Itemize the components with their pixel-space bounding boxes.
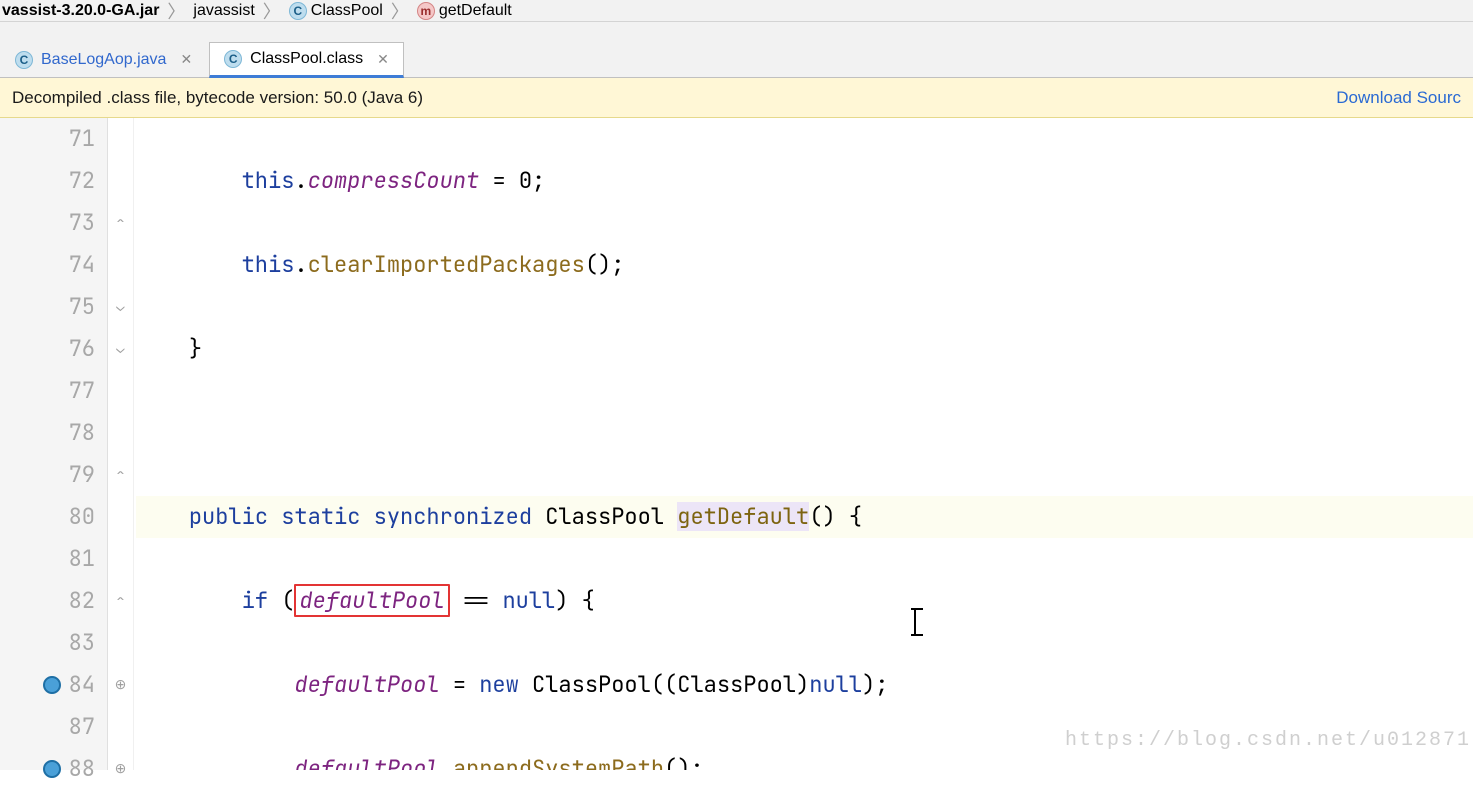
fold-column: ⌃ ⌄ ⌄ ⌃ ⌃ ⊕ ⊕ bbox=[108, 118, 134, 770]
banner-text: Decompiled .class file, bytecode version… bbox=[12, 88, 423, 108]
close-icon[interactable]: ✕ bbox=[180, 51, 192, 68]
line-number-gutter: 71 72 73 74 75 76 77 78 79 80 81 82 83 8… bbox=[0, 118, 108, 770]
line-number: 76 bbox=[0, 328, 95, 370]
line-number: 83 bbox=[0, 622, 95, 664]
line-number: 87 bbox=[0, 706, 95, 748]
line-number: 88 bbox=[0, 748, 95, 790]
close-icon[interactable]: ✕ bbox=[377, 51, 389, 68]
code-area[interactable]: this.compressCount = 0; this.clearImport… bbox=[134, 118, 1473, 770]
class-icon: C bbox=[15, 51, 33, 69]
line-number: 84 bbox=[0, 664, 95, 706]
code-editor[interactable]: 71 72 73 74 75 76 77 78 79 80 81 82 83 8… bbox=[0, 118, 1473, 770]
fold-start-icon[interactable]: ⌄ bbox=[108, 328, 133, 370]
line-number: 72 bbox=[0, 160, 95, 202]
code-line: this.compressCount = 0; bbox=[136, 160, 1473, 202]
crumb-class[interactable]: C ClassPool bbox=[287, 2, 385, 20]
override-gutter-icon[interactable] bbox=[43, 676, 61, 694]
fold-handle[interactable] bbox=[108, 118, 133, 160]
line-number: 82 bbox=[0, 580, 95, 622]
tab-label: BaseLogAop.java bbox=[41, 51, 166, 69]
method-icon: m bbox=[417, 2, 435, 20]
line-number: 73 bbox=[0, 202, 95, 244]
crumb-class-label: ClassPool bbox=[311, 2, 383, 20]
fold-end-icon[interactable]: ⌃ bbox=[108, 580, 133, 622]
code-line: public static synchronized ClassPool get… bbox=[136, 496, 1473, 538]
breadcrumb-sep-1: 〉 bbox=[161, 0, 191, 24]
decompiled-banner: Decompiled .class file, bytecode version… bbox=[0, 78, 1473, 118]
override-gutter-icon[interactable] bbox=[43, 760, 61, 778]
line-number: 75 bbox=[0, 286, 95, 328]
crumb-jar[interactable]: vassist-3.20.0-GA.jar bbox=[0, 2, 161, 20]
code-line: if (defaultPool == null) { bbox=[136, 580, 1473, 622]
usage-highlight: defaultPool bbox=[294, 584, 449, 617]
class-icon: C bbox=[224, 50, 242, 68]
code-line: this.clearImportedPackages(); bbox=[136, 244, 1473, 286]
crumb-method-label: getDefault bbox=[439, 2, 512, 20]
fold-start-icon[interactable]: ⌄ bbox=[108, 286, 133, 328]
line-number: 79 bbox=[0, 454, 95, 496]
tab-baselogaop[interactable]: C BaseLogAop.java ✕ bbox=[0, 41, 207, 77]
fold-end-icon[interactable]: ⌃ bbox=[108, 454, 133, 496]
line-number: 81 bbox=[0, 538, 95, 580]
crumb-method[interactable]: m getDefault bbox=[415, 2, 514, 20]
line-number: 74 bbox=[0, 244, 95, 286]
code-line: defaultPool = new ClassPool((ClassPool)n… bbox=[136, 664, 1473, 706]
fold-expand-icon[interactable]: ⊕ bbox=[108, 748, 133, 790]
code-line: } bbox=[136, 328, 1473, 370]
breadcrumb: vassist-3.20.0-GA.jar 〉 javassist 〉 C Cl… bbox=[0, 0, 1473, 22]
download-sources-link[interactable]: Download Sourc bbox=[1336, 88, 1461, 108]
line-number: 71 bbox=[0, 118, 95, 160]
tab-label: ClassPool.class bbox=[250, 50, 363, 68]
line-number: 77 bbox=[0, 370, 95, 412]
line-number: 80 bbox=[0, 496, 95, 538]
line-number: 78 bbox=[0, 412, 95, 454]
breadcrumb-sep-2: 〉 bbox=[257, 0, 287, 24]
fold-end-icon[interactable]: ⌃ bbox=[108, 202, 133, 244]
class-icon: C bbox=[289, 2, 307, 20]
crumb-pkg[interactable]: javassist bbox=[191, 2, 256, 20]
tab-bar: C BaseLogAop.java ✕ C ClassPool.class ✕ bbox=[0, 22, 1473, 78]
text-cursor-icon bbox=[914, 610, 916, 634]
fold-handle[interactable] bbox=[108, 160, 133, 202]
watermark: https://blog.csdn.net/u012871 bbox=[1065, 720, 1471, 762]
tab-classpool[interactable]: C ClassPool.class ✕ bbox=[209, 42, 404, 78]
fold-expand-icon[interactable]: ⊕ bbox=[108, 664, 133, 706]
breadcrumb-sep-3: 〉 bbox=[385, 0, 415, 24]
code-line bbox=[136, 412, 1473, 454]
